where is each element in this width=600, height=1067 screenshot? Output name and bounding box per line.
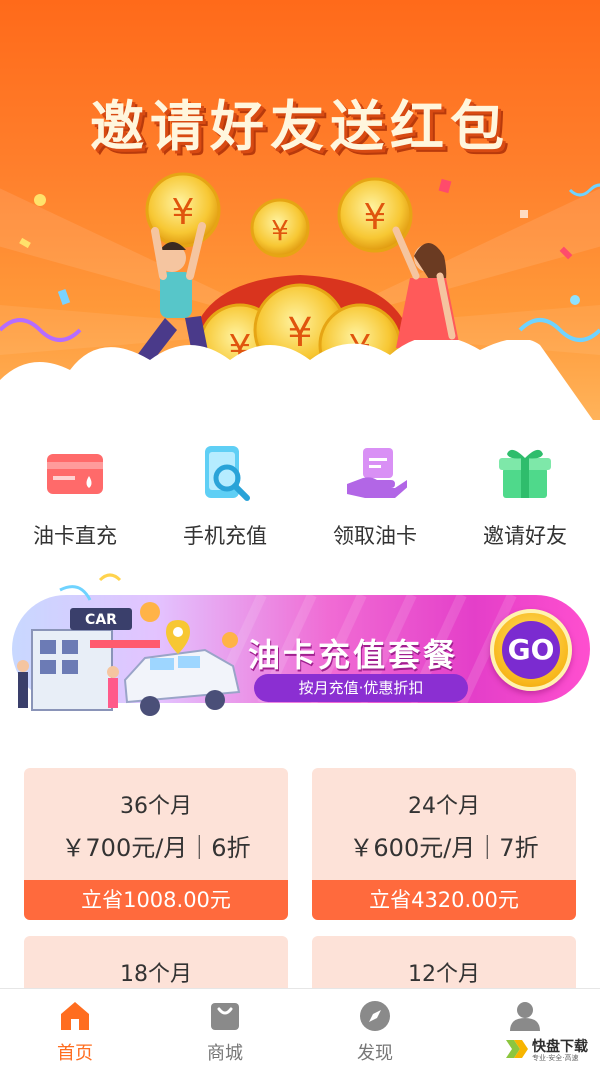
package-period: 24个月 <box>408 794 480 819</box>
svg-text:¥: ¥ <box>364 197 387 238</box>
quick-item-phone-recharge[interactable]: 手机充值 <box>150 430 300 555</box>
package-savings: 立省4320.00元 <box>312 880 576 920</box>
cloud-decoration <box>0 340 593 420</box>
package-price: ￥700元/月｜6折 <box>61 834 251 862</box>
car-sign-text: CAR <box>85 612 117 628</box>
promo-subtitle: 按月充值·优惠折扣 <box>254 674 468 702</box>
promo-title: 油卡充值套餐 <box>248 636 459 674</box>
watermark-logo-icon <box>506 1040 528 1058</box>
quick-label: 领取油卡 <box>333 524 417 548</box>
promo-banner[interactable]: CAR 油卡充值套餐 按月充值·优惠折扣 GO <box>0 560 600 750</box>
home-icon <box>61 1002 89 1030</box>
package-price: ￥600元/月｜7折 <box>349 834 539 862</box>
quick-item-oil-card-recharge[interactable]: 油卡直充 <box>0 430 150 555</box>
quick-item-invite-friends[interactable]: 邀请好友 <box>450 430 600 555</box>
tab-label: 首页 <box>57 1043 93 1064</box>
watermark: 快盘下载 专业·安全·高速 <box>504 1034 596 1064</box>
svg-text:¥: ¥ <box>172 192 195 233</box>
hero-banner[interactable]: ¥ ¥ ¥ ¥ ¥ ¥ 邀请好友送红包 <box>0 0 600 420</box>
package-card-36[interactable]: 36个月 ￥700元/月｜6折 立省1008.00元 <box>24 768 288 920</box>
phone-search-icon <box>193 442 257 506</box>
user-icon <box>510 1002 540 1031</box>
gift-icon <box>493 442 557 506</box>
receive-card-icon <box>343 442 411 506</box>
quick-menu: 油卡直充 手机充值 领取油卡 邀请好友 <box>0 430 600 555</box>
go-label: GO <box>502 621 560 679</box>
tab-home[interactable]: 首页 <box>0 989 150 1067</box>
tab-mall[interactable]: 商城 <box>150 989 300 1067</box>
package-period: 18个月 <box>120 962 192 987</box>
tab-label: 商城 <box>207 1043 243 1064</box>
package-period: 36个月 <box>120 794 192 819</box>
hero-title: 邀请好友送红包 <box>90 95 510 158</box>
watermark-subtext: 专业·安全·高速 <box>532 1054 579 1062</box>
oil-card-icon <box>43 442 107 506</box>
shopping-bag-icon <box>211 1003 239 1030</box>
quick-label: 油卡直充 <box>33 524 117 548</box>
quick-label: 邀请好友 <box>483 524 567 548</box>
quick-item-receive-card[interactable]: 领取油卡 <box>300 430 450 555</box>
tab-label: 发现 <box>357 1043 393 1064</box>
package-savings: 立省1008.00元 <box>24 880 288 920</box>
go-button[interactable]: GO <box>490 609 572 691</box>
quick-label: 手机充值 <box>183 524 267 548</box>
tab-discover[interactable]: 发现 <box>300 989 450 1067</box>
gas-station-illustration: CAR <box>17 573 241 716</box>
package-card-24[interactable]: 24个月 ￥600元/月｜7折 立省4320.00元 <box>312 768 576 920</box>
compass-icon <box>360 1001 390 1031</box>
package-period: 12个月 <box>408 962 480 987</box>
svg-text:¥: ¥ <box>271 214 289 247</box>
